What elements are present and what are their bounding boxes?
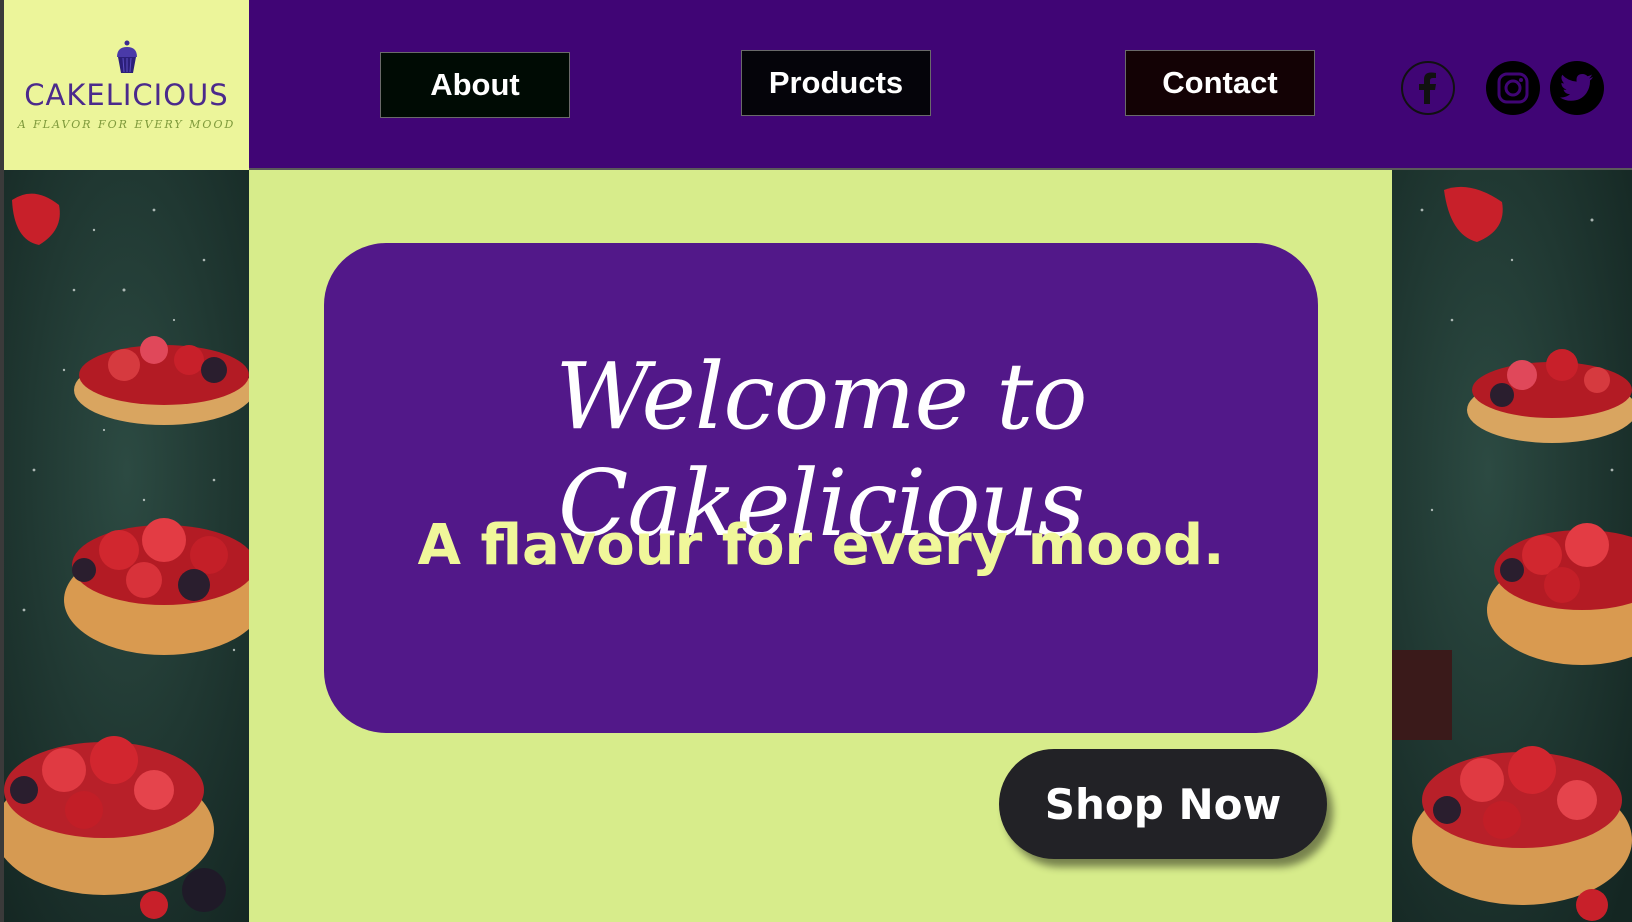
logo[interactable]: CAKELICIOUS A FLAVOR FOR EVERY MOOD — [4, 0, 249, 170]
nav-about-button[interactable]: About — [380, 52, 570, 118]
header-bar: About Products Contact — [249, 0, 1632, 170]
instagram-icon[interactable] — [1486, 61, 1540, 115]
brand-tagline: A FLAVOR FOR EVERY MOOD — [17, 118, 236, 131]
nav-products-button[interactable]: Products — [741, 50, 931, 116]
twitter-icon[interactable] — [1550, 61, 1604, 115]
hero-card: Welcome to Cakelicious A flavour for eve… — [324, 243, 1318, 733]
dessert-photo-left — [4, 170, 249, 922]
shop-now-button[interactable]: Shop Now — [999, 749, 1327, 859]
nav-contact-button[interactable]: Contact — [1125, 50, 1315, 116]
brand-name: CAKELICIOUS — [24, 78, 229, 112]
dessert-photo-right — [1392, 170, 1632, 922]
hero-subtitle: A flavour for every mood. — [417, 513, 1225, 578]
facebook-icon[interactable] — [1401, 61, 1455, 115]
cupcake-icon — [116, 40, 137, 73]
